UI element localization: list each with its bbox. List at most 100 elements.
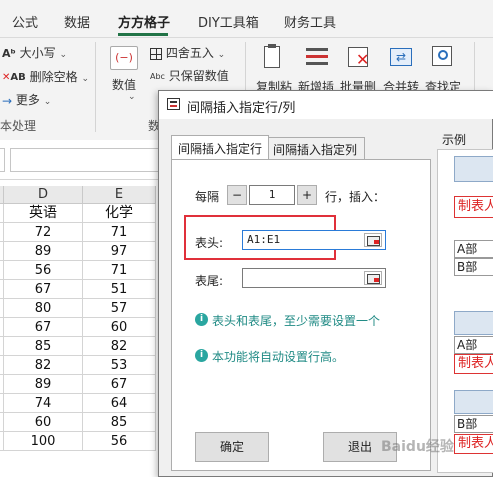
every-label: 每隔 (195, 190, 220, 204)
example-maker-line: 制表人 (454, 354, 493, 374)
column-header-e[interactable]: E (83, 186, 156, 204)
example-row: A部 (454, 240, 493, 258)
uppercase-label: 大小写 (19, 46, 56, 60)
table-cell[interactable]: 67 (4, 318, 83, 337)
header-cell[interactable]: 英语 (4, 204, 83, 223)
delete-space-icon: ✕AB (2, 72, 26, 83)
tab-formulas[interactable]: 公式 (12, 12, 38, 31)
table-cell[interactable]: 57 (83, 299, 156, 318)
tab-insert-columns[interactable]: 间隔插入指定列 (269, 137, 365, 159)
footer-label: 表尾: (195, 274, 224, 288)
more-label: 更多 (15, 93, 40, 107)
arrow-right-icon: → (2, 93, 13, 108)
interval-insert-dialog: 间隔插入指定行/列 间隔插入指定行 间隔插入指定列 每隔 − 1 + 行，插入：… (158, 90, 493, 477)
row-insert-label: 行，插入： (325, 190, 386, 204)
example-maker-line: 制表人 (454, 196, 493, 218)
table-cell[interactable]: 67 (83, 375, 156, 394)
table-cell[interactable]: 97 (83, 242, 156, 261)
tab-finance[interactable]: 财务工具 (284, 12, 336, 31)
ribbon-divider (0, 37, 493, 38)
example-header-block (454, 390, 493, 414)
delete-spaces-button[interactable]: ✕AB 删除空格 ⌄ (2, 68, 89, 85)
worksheet: D E 英语 化学 72 71 89 97 56 71 67 51 80 57 67 60 85 82 82 53… (0, 180, 158, 477)
dialog-title: 间隔插入指定行/列 (187, 101, 296, 116)
range-picker-icon[interactable] (364, 233, 382, 247)
uppercase-icon: Aᵇ (2, 47, 16, 60)
chevron-down-icon: ⌄ (59, 50, 68, 60)
info-icon: i (195, 313, 208, 326)
grid-icon (150, 47, 162, 60)
table-cell[interactable]: 71 (83, 223, 156, 242)
example-preview: 制表人 A部 B部 A部 制表人 B部 制表人 (437, 149, 493, 473)
table-cell[interactable]: 71 (83, 261, 156, 280)
table-cell[interactable]: 82 (4, 356, 83, 375)
chevron-down-icon: ⌄ (128, 92, 136, 102)
example-row: B部 (454, 258, 493, 276)
copy-paste-icon (260, 44, 286, 72)
formula-input[interactable] (10, 148, 160, 172)
keep-values-label: 只保留数值 (168, 69, 229, 83)
table-cell[interactable]: 60 (4, 413, 83, 432)
dialog-titlebar: 间隔插入指定行/列 (159, 91, 493, 119)
table-cell[interactable]: 100 (4, 432, 83, 451)
chevron-down-icon: ⌄ (43, 97, 52, 107)
table-cell[interactable]: 74 (4, 394, 83, 413)
tab-insert-rows-label: 间隔插入指定行 (178, 142, 263, 156)
numeric-button[interactable]: 数值 (112, 76, 136, 93)
table-cell[interactable]: 51 (83, 280, 156, 299)
increment-button[interactable]: + (297, 185, 317, 205)
dialog-app-icon (167, 98, 180, 110)
example-maker-line: 制表人 (454, 434, 493, 454)
hint-row-height: 本功能将自动设置行高。 (212, 350, 345, 364)
example-row: A部 (454, 336, 493, 354)
uppercase-button[interactable]: Aᵇ 大小写 ⌄ (2, 44, 67, 61)
tab-diy-toolbox[interactable]: DIY工具箱 (198, 12, 259, 31)
delete-spaces-label: 删除空格 (29, 70, 78, 84)
more-button[interactable]: → 更多 ⌄ (2, 91, 51, 108)
confirm-button[interactable]: 确定 (195, 432, 269, 462)
column-header-d[interactable]: D (4, 186, 83, 204)
tab-fangfang[interactable]: 方方格子 (118, 12, 170, 31)
table-cell[interactable]: 85 (83, 413, 156, 432)
table-cell[interactable]: 56 (4, 261, 83, 280)
keep-values-button[interactable]: Abc 只保留数值 (150, 67, 229, 84)
watermark: Baidu经验 (381, 439, 454, 455)
group-separator (95, 42, 96, 132)
table-cell[interactable]: 64 (83, 394, 156, 413)
tab-insert-rows[interactable]: 间隔插入指定行 (171, 135, 269, 159)
chevron-down-icon: ⌄ (217, 50, 226, 60)
example-row: B部 (454, 415, 493, 433)
decrement-button[interactable]: − (227, 185, 247, 205)
tab-insert-columns-label: 间隔插入指定列 (273, 143, 358, 157)
table-cell[interactable]: 80 (4, 299, 83, 318)
chevron-down-icon: ⌄ (81, 74, 89, 84)
table-cell[interactable]: 53 (83, 356, 156, 375)
name-box[interactable] (0, 148, 5, 172)
header-cell[interactable]: 化学 (83, 204, 156, 223)
info-icon: i (195, 349, 208, 362)
table-cell[interactable]: 85 (4, 337, 83, 356)
table-cell[interactable]: 67 (4, 280, 83, 299)
text-group-label: 本处理 (0, 119, 37, 133)
round-button[interactable]: 四舍五入 ⌄ (150, 44, 225, 61)
excel-window: { "ribbon": { "tabs": ["公式", "数据", "方方格子… (0, 0, 493, 477)
table-cell[interactable]: 82 (83, 337, 156, 356)
insert-rows-icon (304, 44, 330, 72)
table-cell[interactable]: 56 (83, 432, 156, 451)
example-header-block (454, 156, 493, 182)
round-label: 四舍五入 (165, 46, 214, 60)
numeric-icon: (−) (110, 46, 138, 70)
table-cell[interactable]: 89 (4, 375, 83, 394)
hint-header-footer: 表头和表尾，至少需要设置一个 (212, 314, 381, 328)
table-cell[interactable]: 72 (4, 223, 83, 242)
find-locate-icon (430, 44, 456, 72)
table-cell[interactable]: 89 (4, 242, 83, 261)
abc-icon: Abc (150, 72, 165, 81)
example-header-block (454, 311, 493, 335)
batch-delete-icon: ✕ (346, 44, 372, 72)
interval-input[interactable]: 1 (249, 185, 295, 205)
table-cell[interactable]: 60 (83, 318, 156, 337)
tab-data[interactable]: 数据 (64, 12, 90, 31)
range-picker-icon[interactable] (364, 271, 382, 285)
active-tab-indicator (118, 33, 168, 36)
